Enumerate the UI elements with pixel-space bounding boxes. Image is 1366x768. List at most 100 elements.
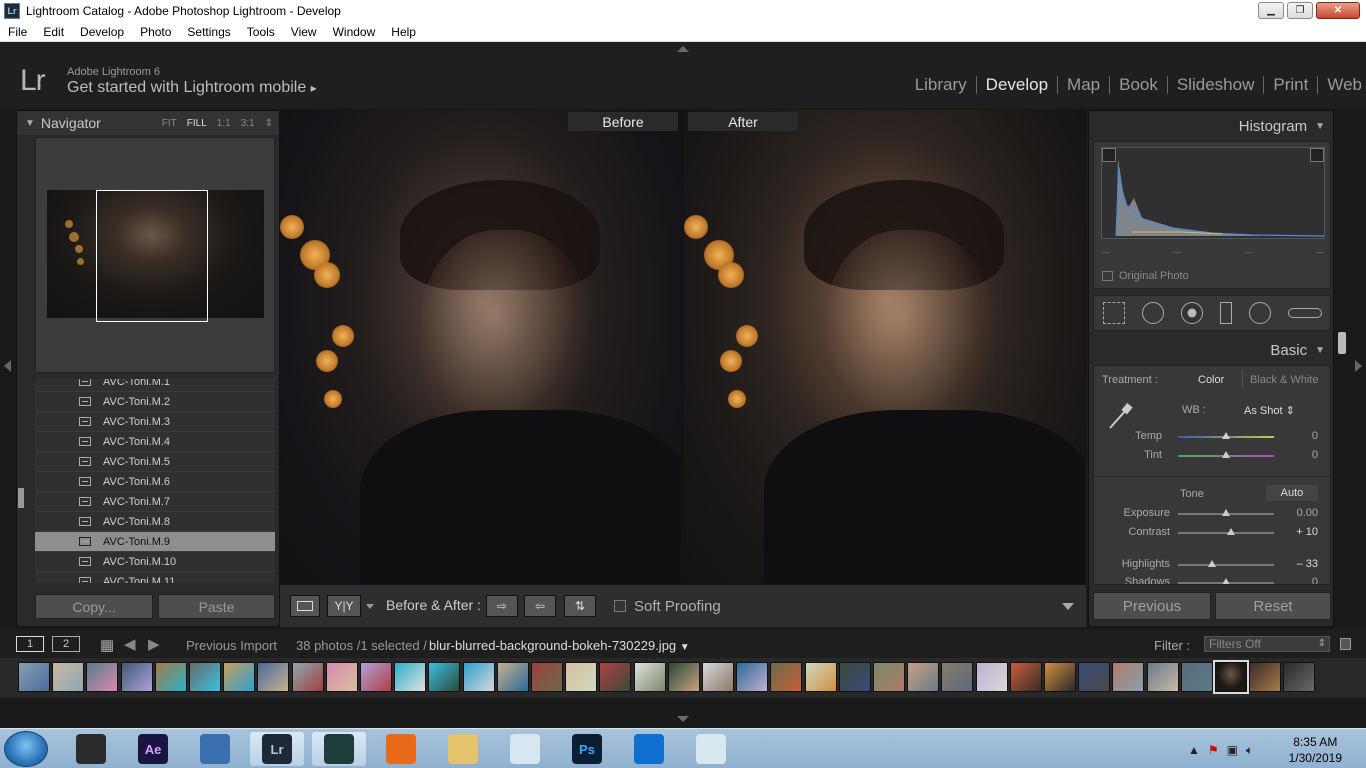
folder-row[interactable]: AVC-Toni.M.6 [35, 472, 275, 492]
auto-tone-button[interactable]: Auto [1266, 485, 1318, 501]
filter-dropdown[interactable]: Filters Off ⇕ [1204, 636, 1330, 652]
contrast-value[interactable]: + 10 [1296, 526, 1318, 538]
left-scrollbar-thumb[interactable] [18, 488, 24, 508]
folder-row[interactable]: AVC-Toni.M.2 [35, 392, 275, 412]
histogram-graph[interactable]: — — — — [1101, 147, 1325, 257]
menu-tools[interactable]: Tools [239, 25, 283, 39]
before-after-mode-button[interactable]: Y|Y [327, 595, 361, 617]
show-hidden-icons[interactable]: ▲ [1188, 743, 1200, 758]
toolbar-options-dropdown-icon[interactable] [1062, 603, 1074, 610]
copy-button[interactable]: Copy... [35, 594, 153, 619]
original-photo-toggle[interactable]: Original Photo [1102, 270, 1189, 282]
module-slideshow[interactable]: Slideshow [1168, 76, 1265, 94]
filter-lock-icon[interactable] [1340, 638, 1351, 650]
exposure-slider-knob[interactable] [1222, 509, 1230, 516]
recorder-icon[interactable] [498, 732, 552, 766]
filename[interactable]: blur-blurred-background-bokeh-730229.jpg… [429, 638, 690, 653]
filmstrip-thumbnail[interactable] [1146, 662, 1179, 692]
original-photo-checkbox[interactable] [1102, 271, 1113, 281]
filmstrip-thumbnail[interactable] [736, 662, 769, 692]
filmstrip-thumbnail[interactable] [360, 662, 392, 692]
filmstrip-thumbnail[interactable] [291, 662, 324, 692]
menu-develop[interactable]: Develop [72, 25, 132, 39]
module-develop[interactable]: Develop [977, 76, 1059, 94]
after-effects-icon[interactable]: Ae [126, 732, 180, 766]
volume-icon[interactable]: 🔈︎ [1246, 743, 1253, 758]
folder-row[interactable]: AVC-Toni.M.9 [35, 532, 275, 552]
filmstrip-thumbnail[interactable] [531, 662, 563, 692]
firefox-icon[interactable] [374, 732, 428, 766]
crop-tool-icon[interactable] [1102, 302, 1125, 324]
filmstrip-thumbnail[interactable] [565, 662, 598, 692]
menu-window[interactable]: Window [325, 25, 384, 39]
filmstrip-thumbnail[interactable] [1112, 662, 1145, 692]
filmstrip-thumbnail[interactable] [462, 662, 495, 692]
module-print[interactable]: Print [1264, 76, 1319, 94]
folder-row[interactable]: AVC-Toni.M.4 [35, 432, 275, 452]
filmstrip-thumbnail[interactable] [1213, 660, 1249, 694]
windows-media-icon[interactable] [64, 732, 118, 766]
previous-button[interactable]: Previous [1093, 592, 1211, 620]
loupe-view-button[interactable] [290, 595, 320, 617]
teamviewer-icon[interactable] [622, 732, 676, 766]
filmstrip-thumbnail[interactable] [86, 662, 119, 692]
temp-value[interactable]: 0 [1312, 430, 1318, 442]
folder-row[interactable]: AVC-Toni.M.8 [35, 512, 275, 532]
filmstrip-thumbnail[interactable] [770, 662, 803, 692]
highlights-slider-knob[interactable] [1207, 560, 1216, 567]
folder-row[interactable]: AVC-Toni.M.11 [35, 572, 275, 583]
shadows-slider-knob[interactable] [1222, 578, 1230, 584]
filmstrip-thumbnail[interactable] [394, 662, 427, 692]
system-clock[interactable]: 8:35 AM 1/30/2019 [1289, 734, 1342, 766]
paint-icon[interactable] [684, 732, 738, 766]
filmstrip-thumbnail[interactable] [1283, 662, 1316, 692]
navigator-header[interactable]: ▼ Navigator FIT FILL 1:1 3:1 ⇕ [17, 111, 279, 135]
action-center-icon[interactable]: ⚑ [1208, 743, 1219, 758]
zoom-dropdown-icon[interactable]: ⇕ [265, 118, 273, 129]
filmstrip-thumbnail[interactable] [189, 662, 221, 692]
treatment-color-option[interactable]: Color [1198, 374, 1224, 386]
explorer-icon[interactable] [436, 732, 490, 766]
close-button[interactable]: ✕ [1316, 2, 1360, 19]
paste-button[interactable]: Paste [158, 594, 275, 619]
filmstrip-thumbnail[interactable] [838, 662, 871, 692]
radial-filter-icon[interactable] [1248, 302, 1271, 324]
contrast-slider-knob[interactable] [1226, 528, 1235, 535]
network-icon[interactable]: ▣ [1227, 743, 1238, 758]
menu-photo[interactable]: Photo [132, 25, 179, 39]
exposure-value[interactable]: 0.00 [1297, 507, 1318, 519]
window-2-button[interactable]: 2 [52, 636, 80, 652]
filmstrip-thumbnail[interactable] [975, 662, 1008, 692]
folder-row[interactable]: AVC-Toni.M.5 [35, 452, 275, 472]
copy-before-to-after-icon[interactable]: ⇨ [486, 595, 518, 617]
module-map[interactable]: Map [1058, 76, 1111, 94]
filmstrip-thumbnail[interactable] [907, 662, 940, 692]
filmstrip-thumbnail[interactable] [1180, 662, 1213, 692]
folder-row[interactable]: AVC-Toni.M.1 [35, 379, 275, 392]
menu-help[interactable]: Help [383, 25, 424, 39]
temp-slider-knob[interactable] [1222, 432, 1230, 439]
white-balance-picker-icon[interactable] [1106, 402, 1134, 430]
red-eye-icon[interactable] [1180, 302, 1203, 324]
filmstrip-thumbnail[interactable] [599, 662, 632, 692]
copy-after-to-before-icon[interactable]: ⇦ [524, 595, 556, 617]
module-library[interactable]: Library [906, 76, 977, 94]
top-panel-toggle-icon[interactable] [677, 46, 689, 52]
filmstrip-thumbnail[interactable] [1078, 662, 1111, 692]
spot-removal-icon[interactable] [1141, 302, 1164, 324]
forward-arrow-icon[interactable]: ▶ [148, 635, 160, 653]
filmstrip-thumbnail[interactable] [1044, 662, 1076, 692]
temp-slider[interactable] [1178, 432, 1274, 439]
module-book[interactable]: Book [1110, 76, 1168, 94]
zoom-fill[interactable]: FILL [187, 118, 207, 129]
filmstrip-thumbnail[interactable] [702, 662, 734, 692]
photoshop-icon[interactable]: Ps [560, 732, 614, 766]
treatment-bw-option[interactable]: Black & White [1250, 374, 1318, 386]
filmstrip-thumbnail[interactable] [667, 662, 700, 692]
menu-settings[interactable]: Settings [179, 25, 238, 39]
filmstrip-thumbnail[interactable] [428, 662, 461, 692]
source-label[interactable]: Previous Import [186, 638, 277, 653]
minimize-button[interactable]: ▁ [1258, 2, 1284, 19]
filmstrip-thumbnail[interactable] [633, 662, 666, 692]
basic-header[interactable]: Basic ▼ [1089, 337, 1333, 363]
